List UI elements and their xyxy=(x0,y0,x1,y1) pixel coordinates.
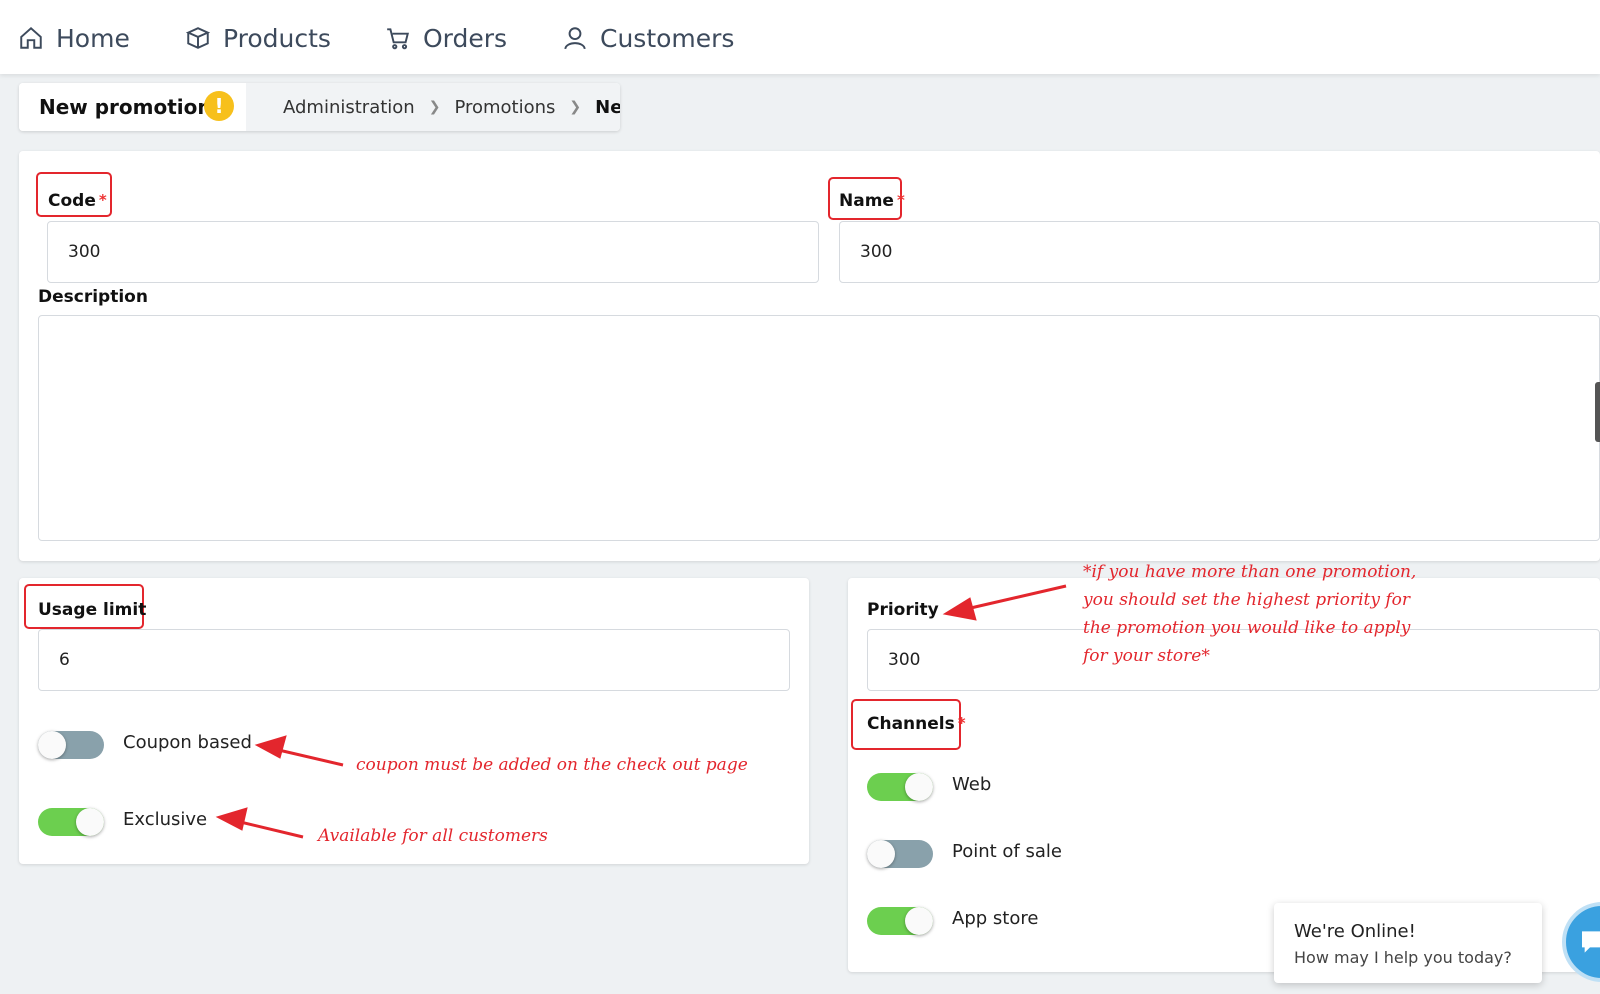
name-label: Name * xyxy=(839,191,905,211)
point-of-sale-label: Point of sale xyxy=(952,841,1062,862)
description-label: Description xyxy=(38,287,148,307)
name-input[interactable]: 300 xyxy=(839,221,1600,283)
nav-orders-label: Orders xyxy=(423,23,508,53)
toggle-knob xyxy=(76,808,104,836)
chevron-right-icon: ❯ xyxy=(428,99,441,115)
box-icon xyxy=(185,27,211,49)
coupon-based-toggle[interactable] xyxy=(38,731,104,759)
nav-products-label: Products xyxy=(223,23,331,53)
web-toggle[interactable] xyxy=(867,773,933,801)
exclusive-annotation: Available for all customers xyxy=(318,826,548,846)
breadcrumb-current: New xyxy=(595,96,620,118)
usage-limit-label: Usage limit xyxy=(38,600,147,620)
top-nav: Home Products Orders Customers xyxy=(0,0,1600,74)
page-title: New promotion xyxy=(39,95,212,119)
web-label: Web xyxy=(952,774,992,795)
exclusive-label: Exclusive xyxy=(123,809,208,830)
coupon-based-label: Coupon based xyxy=(123,732,252,753)
priority-annotation-line2: you should set the highest priority for xyxy=(1083,590,1411,610)
priority-annotation-line3: the promotion you would like to apply xyxy=(1083,618,1411,638)
nav-orders[interactable]: Orders xyxy=(385,20,507,56)
chat-icon xyxy=(1582,931,1600,953)
toggle-knob xyxy=(905,773,933,801)
usage-limit-input[interactable]: 6 xyxy=(38,629,790,691)
priority-annotation-line4: for your store* xyxy=(1083,646,1210,666)
chevron-right-icon: ❯ xyxy=(569,99,582,115)
chat-popup[interactable]: We're Online! How may I help you today? xyxy=(1274,903,1542,983)
resize-handle[interactable] xyxy=(1595,382,1600,442)
page-header: New promotion ! Administration ❯ Promoti… xyxy=(19,83,620,131)
toggle-knob xyxy=(867,840,895,868)
app-store-toggle[interactable] xyxy=(867,907,933,935)
breadcrumb-promotions[interactable]: Promotions xyxy=(454,97,555,118)
chat-title: We're Online! xyxy=(1294,921,1416,942)
nav-products[interactable]: Products xyxy=(185,20,331,56)
priority-label: Priority xyxy=(867,600,939,620)
breadcrumb: Administration ❯ Promotions ❯ New xyxy=(246,83,620,131)
code-label: Code * xyxy=(48,191,107,211)
app-store-label: App store xyxy=(952,908,1039,929)
nav-home-label: Home xyxy=(56,23,130,53)
cart-icon xyxy=(387,28,409,50)
warning-icon[interactable]: ! xyxy=(204,91,234,121)
chat-subtitle: How may I help you today? xyxy=(1294,948,1512,967)
toggle-knob xyxy=(38,731,66,759)
priority-input[interactable]: 300 xyxy=(867,629,1600,691)
point-of-sale-toggle[interactable] xyxy=(867,840,933,868)
coupon-annotation: coupon must be added on the check out pa… xyxy=(356,755,748,775)
breadcrumb-administration[interactable]: Administration xyxy=(283,97,415,118)
home-icon xyxy=(20,26,42,49)
nav-home[interactable]: Home xyxy=(18,20,130,56)
nav-customers-label: Customers xyxy=(600,23,735,53)
toggle-knob xyxy=(905,907,933,935)
code-input[interactable]: 300 xyxy=(47,221,819,283)
description-textarea[interactable] xyxy=(38,315,1600,541)
user-icon xyxy=(564,27,586,50)
nav-customers[interactable]: Customers xyxy=(562,20,734,56)
priority-annotation-line1: *if you have more than one promotion, xyxy=(1083,562,1417,582)
exclusive-toggle[interactable] xyxy=(38,808,104,836)
channels-label: Channels * xyxy=(867,714,966,734)
